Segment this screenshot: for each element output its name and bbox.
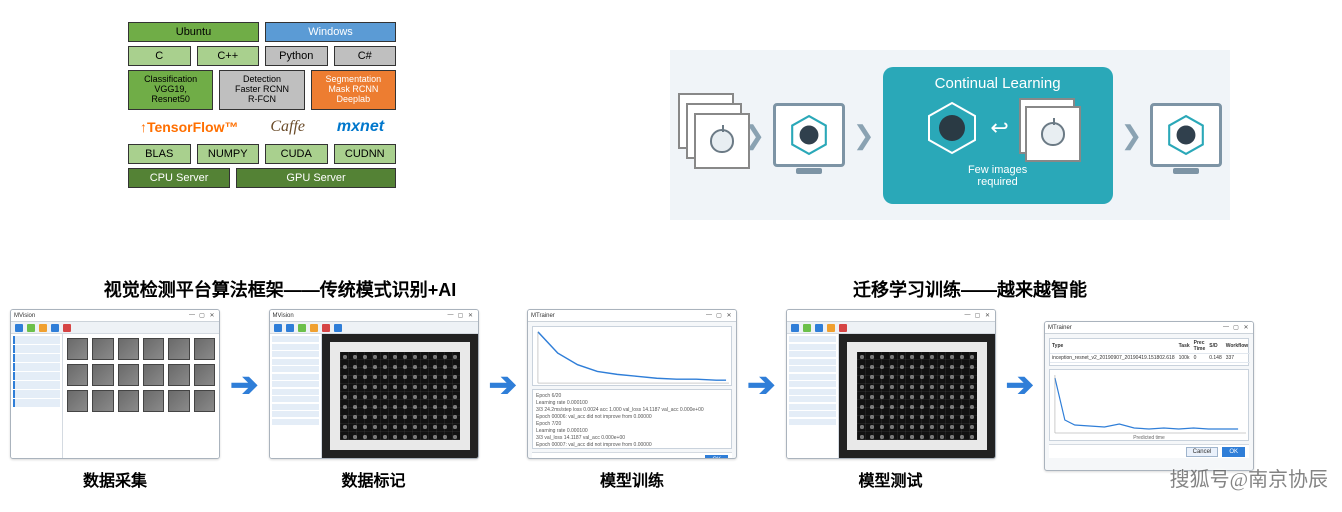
monitor-icon xyxy=(773,103,845,167)
step-data-collection: MVision —▢✕ 数据采集 xyxy=(10,309,220,491)
hexagon-brain-icon xyxy=(788,114,830,156)
hexagon-brain-icon xyxy=(924,100,980,156)
window-model-testing[interactable]: —▢✕ xyxy=(786,309,996,459)
algo-segmentation: Segmentation Mask RCNN Deeplab xyxy=(311,70,396,110)
list-sidebar[interactable] xyxy=(270,334,322,458)
ok-button[interactable]: OK xyxy=(1222,447,1245,457)
server-gpu: GPU Server xyxy=(236,168,396,188)
arrow-right-icon: ➔ xyxy=(228,365,261,435)
arrow-right-icon: ➔ xyxy=(1004,365,1037,435)
arrow-right-icon: ➔ xyxy=(745,365,778,435)
watermark: 搜狐号@南京协辰 xyxy=(1170,463,1328,492)
logo-mxnet: mxnet xyxy=(337,118,384,136)
arrow-right-icon: ❯ xyxy=(853,120,875,151)
os-ubuntu: Ubuntu xyxy=(128,22,259,42)
step-label: 模型测试 xyxy=(858,467,922,491)
step-model-training: MTrainer —▢✕ Epoch 6/20Learning rate 0.0… xyxy=(527,309,737,491)
cancel-button[interactable]: Cancel xyxy=(1186,447,1219,457)
os-windows: Windows xyxy=(265,22,396,42)
step-model-testing: —▢✕ 模型测试 xyxy=(786,309,996,491)
lang-cpp: C++ xyxy=(197,46,260,66)
image-canvas[interactable] xyxy=(839,334,995,458)
step-label: 模型训练 xyxy=(600,467,664,491)
cl-subtitle: Few images required xyxy=(968,164,1027,188)
lang-c: C xyxy=(128,46,191,66)
row-algos: Classification VGG19, Resnet50 Detection… xyxy=(128,70,396,110)
table-row: inception_resnet_v2_20190907_20190419.15… xyxy=(1050,354,1250,363)
continual-learning-box: Continual Learning ↩ Few images required xyxy=(883,67,1113,204)
arrow-right-icon: ❯ xyxy=(1121,120,1143,151)
server-cpu: CPU Server xyxy=(128,168,230,188)
continual-learning-diagram: ❯ ❯ Continual Learning ↩ Few images requ… xyxy=(670,50,1230,220)
list-sidebar[interactable] xyxy=(787,334,839,458)
algo-detection: Detection Faster RCNN R-FCN xyxy=(219,70,304,110)
lib-cuda: CUDA xyxy=(265,144,328,164)
step-data-annotation: MVision —▢✕ 数据标记 xyxy=(269,309,479,491)
caption-left: 视觉检测平台算法框架——传统模式识别+AI xyxy=(70,276,490,302)
minimize-icon[interactable]: — xyxy=(188,312,196,319)
window-controls[interactable]: —▢✕ xyxy=(188,312,216,319)
row-servers: CPU Server GPU Server xyxy=(128,168,396,188)
model-table[interactable]: TypeTask Prec TimeS/D Workflow inception… xyxy=(1049,338,1249,366)
row-frameworks: ↑TensorFlow™ Caffe mxnet xyxy=(128,114,396,140)
prediction-time-chart: Predicted time xyxy=(1049,369,1249,441)
lang-csharp: C# xyxy=(334,46,397,66)
logo-tensorflow: ↑TensorFlow™ xyxy=(140,119,239,135)
row-langs: C C++ Python C# xyxy=(128,46,396,66)
lib-cudnn: CUDNN xyxy=(334,144,397,164)
training-loss-chart xyxy=(532,326,732,386)
window-data-annotation[interactable]: MVision —▢✕ xyxy=(269,309,479,459)
input-image-stack xyxy=(678,93,735,178)
algo-classification: Classification VGG19, Resnet50 xyxy=(128,70,213,110)
step-label: 数据采集 xyxy=(83,467,147,491)
confirm-button[interactable]: OK xyxy=(705,455,728,460)
close-icon[interactable]: ✕ xyxy=(208,312,216,319)
tech-stack: Ubuntu Windows C C++ Python C# Classific… xyxy=(128,22,396,188)
x-axis-label: Predicted time xyxy=(1133,435,1165,440)
thumbnail-grid[interactable] xyxy=(63,334,219,458)
window-model-training[interactable]: MTrainer —▢✕ Epoch 6/20Learning rate 0.0… xyxy=(527,309,737,459)
cl-title: Continual Learning xyxy=(935,75,1061,92)
arrow-curve-left-icon: ↩ xyxy=(990,115,1008,141)
monitor-icon xyxy=(1150,103,1222,167)
arrow-right-icon: ➔ xyxy=(487,365,520,435)
row-libs: BLAS NUMPY CUDA CUDNN xyxy=(128,144,396,164)
logo-caffe: Caffe xyxy=(270,118,305,136)
step-results: MTrainer —▢✕ TypeTask Prec TimeS/D Workf… xyxy=(1044,321,1254,479)
window-results[interactable]: MTrainer —▢✕ TypeTask Prec TimeS/D Workf… xyxy=(1044,321,1254,471)
step-label: 数据标记 xyxy=(341,467,405,491)
maximize-icon[interactable]: ▢ xyxy=(198,312,206,319)
tree-sidebar[interactable] xyxy=(11,334,63,458)
window-data-collection[interactable]: MVision —▢✕ xyxy=(10,309,220,459)
row-os: Ubuntu Windows xyxy=(128,22,396,42)
lib-numpy: NUMPY xyxy=(197,144,260,164)
image-canvas[interactable] xyxy=(322,334,478,458)
hexagon-brain-icon xyxy=(1165,114,1207,156)
training-log[interactable]: Epoch 6/20Learning rate 0.0001003/3 24.2… xyxy=(532,389,732,449)
lang-python: Python xyxy=(265,46,328,66)
caption-right: 迁移学习训练——越来越智能 xyxy=(760,276,1180,302)
lib-blas: BLAS xyxy=(128,144,191,164)
workflow: MVision —▢✕ 数据采集 ➔ MVision —▢✕ xyxy=(10,300,1332,500)
